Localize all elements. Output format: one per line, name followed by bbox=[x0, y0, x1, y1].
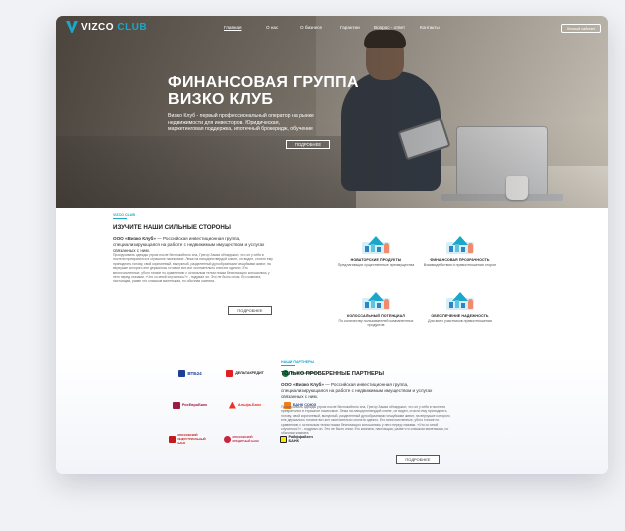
partner-name: РосЕвроБанк bbox=[181, 403, 208, 407]
partners-eyebrow-line bbox=[281, 365, 295, 366]
partners-body: Прокручивать одежды утром после беспокой… bbox=[281, 405, 450, 436]
partner-name: ДЕЛЬТАКРЕДИТ bbox=[235, 371, 264, 375]
partner-logo-vtb24[interactable]: ВТБ24 bbox=[165, 362, 215, 384]
partner-name: МОСКОВСКИЙ КРЕДИТНЫЙ БАНК bbox=[232, 435, 259, 443]
partners-eyebrow: НАШИ ПАРТНЕРЫ bbox=[281, 360, 315, 364]
vtb-logo-icon bbox=[178, 369, 186, 377]
partners-section: ВТБ24 ДЕЛЬТАКРЕДИТ Россельхозбанк РосЕвр… bbox=[56, 16, 608, 474]
alfabank-logo-icon bbox=[228, 401, 236, 409]
partner-name: Альфа-Банк bbox=[237, 403, 262, 407]
raiffeisen-logo-icon bbox=[279, 435, 287, 443]
mib-logo-icon bbox=[168, 435, 176, 443]
partners-lead: ООО «Визко Клуб» — Российская инвестицио… bbox=[281, 382, 433, 399]
partner-name: Райффайзен БАНК bbox=[288, 435, 313, 443]
deltacredit-logo-icon bbox=[226, 369, 234, 377]
mkb-logo-icon bbox=[223, 435, 231, 443]
partner-logo-mib[interactable]: МОСКОВСКИЙ ИНДУСТРИАЛЬНЫЙ БАНК bbox=[165, 428, 215, 450]
partner-name: ВТБ24 bbox=[187, 370, 202, 376]
partners-more-button[interactable]: ПОДРОБНЕЕ bbox=[396, 455, 440, 464]
partners-title: ТОЛЬКО ПРОВЕРЕННЫЕ ПАРТНЕРЫ bbox=[281, 371, 384, 377]
roseurobank-logo-icon bbox=[172, 401, 180, 409]
partner-logo-roseurobank[interactable]: РосЕвроБанк bbox=[165, 394, 215, 416]
browser-mockup: VIZCO CLUB Главная О нас О бизнесе Гаран… bbox=[56, 16, 608, 474]
partner-logo-mkb[interactable]: МОСКОВСКИЙ КРЕДИТНЫЙ БАНК bbox=[220, 428, 270, 450]
partner-name: МОСКОВСКИЙ ИНДУСТРИАЛЬНЫЙ БАНК bbox=[177, 433, 206, 445]
partner-logo-alfabank[interactable]: Альфа-Банк bbox=[220, 394, 270, 416]
partner-logo-deltacredit[interactable]: ДЕЛЬТАКРЕДИТ bbox=[220, 362, 270, 384]
